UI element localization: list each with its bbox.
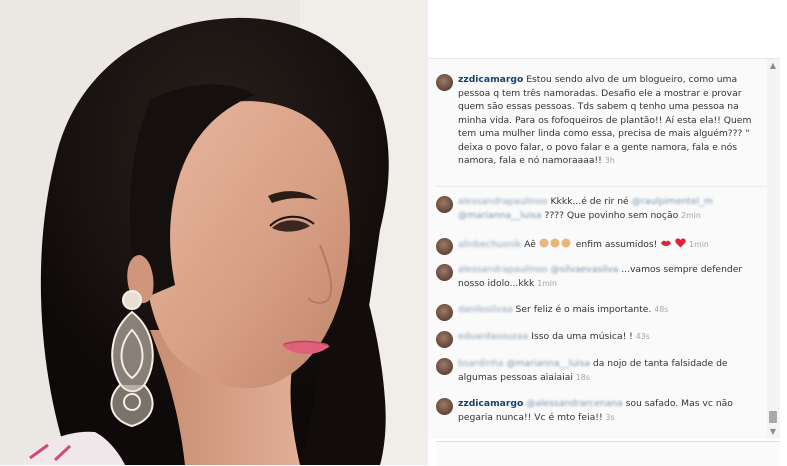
avatar[interactable] (436, 398, 453, 415)
comments-list[interactable]: zzdicamargo Estou sendo alvo de um blogu… (428, 58, 780, 439)
comment-mention[interactable]: @marianna__luisa (458, 210, 542, 221)
panel-header-space (428, 0, 787, 58)
avatar[interactable] (436, 304, 453, 321)
kiss-lips-icon (660, 239, 672, 253)
comment-text: enfim assumidos! (575, 239, 658, 250)
comment-text: ???? Que povinho sem noção (544, 209, 679, 221)
clapping-hands-icon (539, 237, 573, 253)
comment-text: Ser feliz é o mais importante. (515, 304, 652, 315)
avatar[interactable] (436, 238, 453, 255)
caption-entry: zzdicamargo Estou sendo alvo de um blogu… (436, 73, 766, 168)
comment-username[interactable]: zzdicamargo (458, 398, 523, 409)
triangle-up-icon[interactable]: ▲ (768, 61, 778, 71)
comment-username[interactable]: eduardasouzaa (458, 331, 528, 342)
comment-username[interactable]: alinbechusnik (458, 239, 521, 250)
comment-username[interactable]: alessandrapaulinoo (458, 264, 548, 275)
comment-time: 1min (689, 240, 709, 249)
comment-username[interactable]: bsardinha (458, 358, 504, 369)
caption-username[interactable]: zzdicamargo (458, 74, 523, 85)
list-item: alessandrapaulinoo Kkkk...é de rir né @r… (436, 195, 766, 222)
comment-text: Aê (524, 239, 536, 250)
comment-mention[interactable]: @raulpimentel_m (632, 196, 713, 207)
comment-time: 43s (635, 332, 650, 341)
list-item: zzdicamargo @alessandrarcenana sou safad… (436, 397, 766, 424)
list-item: danilosilvaa Ser feliz é o mais importan… (436, 303, 766, 321)
woman-portrait-image (0, 0, 428, 465)
scrollbar[interactable]: ▲ ▼ (767, 59, 780, 439)
avatar[interactable] (436, 74, 453, 91)
comment-username[interactable]: alessandrapaulinoo (458, 196, 548, 207)
caption-time: 3h (604, 156, 615, 165)
post-photo (0, 0, 428, 465)
comment-mention[interactable]: @marianna__luisa (506, 358, 590, 369)
comment-text: Isso da uma música! ! (531, 331, 633, 342)
triangle-down-icon[interactable]: ▼ (768, 427, 778, 437)
avatar[interactable] (436, 358, 453, 375)
avatar[interactable] (436, 196, 453, 213)
comment-time: 1min (537, 278, 557, 288)
caption-text: Estou sendo alvo de um blogueiro, como u… (458, 74, 752, 166)
comment-mention[interactable]: @silvaevasilva (550, 264, 618, 275)
list-item: alessandrapaulinoo @silvaevasilva ...vam… (436, 263, 766, 290)
comment-time: 2min (681, 210, 701, 220)
comment-mention[interactable]: @alessandrarcenana (526, 398, 622, 409)
avatar[interactable] (436, 264, 453, 281)
comment-input-area[interactable] (436, 441, 780, 466)
comments-panel: zzdicamargo Estou sendo alvo de um blogu… (428, 0, 787, 465)
list-item: eduardasouzaa Isso da uma música! ! 43s (436, 330, 766, 348)
comment-time: 3s (605, 412, 615, 422)
avatar[interactable] (436, 331, 453, 348)
comment-text: Kkkk...é de rir né (550, 196, 629, 207)
comment-time: 48s (654, 305, 669, 314)
comment-username[interactable]: danilosilvaa (458, 304, 513, 315)
scroll-thumb[interactable] (769, 411, 777, 423)
comment-time: 18s (575, 372, 590, 382)
red-heart-icon (675, 238, 686, 253)
list-item: bsardinha @marianna__luisa da nojo de ta… (436, 357, 766, 384)
list-item: alinbechusnik Aê enfim assumidos! 1min (436, 237, 766, 255)
divider (436, 186, 766, 187)
